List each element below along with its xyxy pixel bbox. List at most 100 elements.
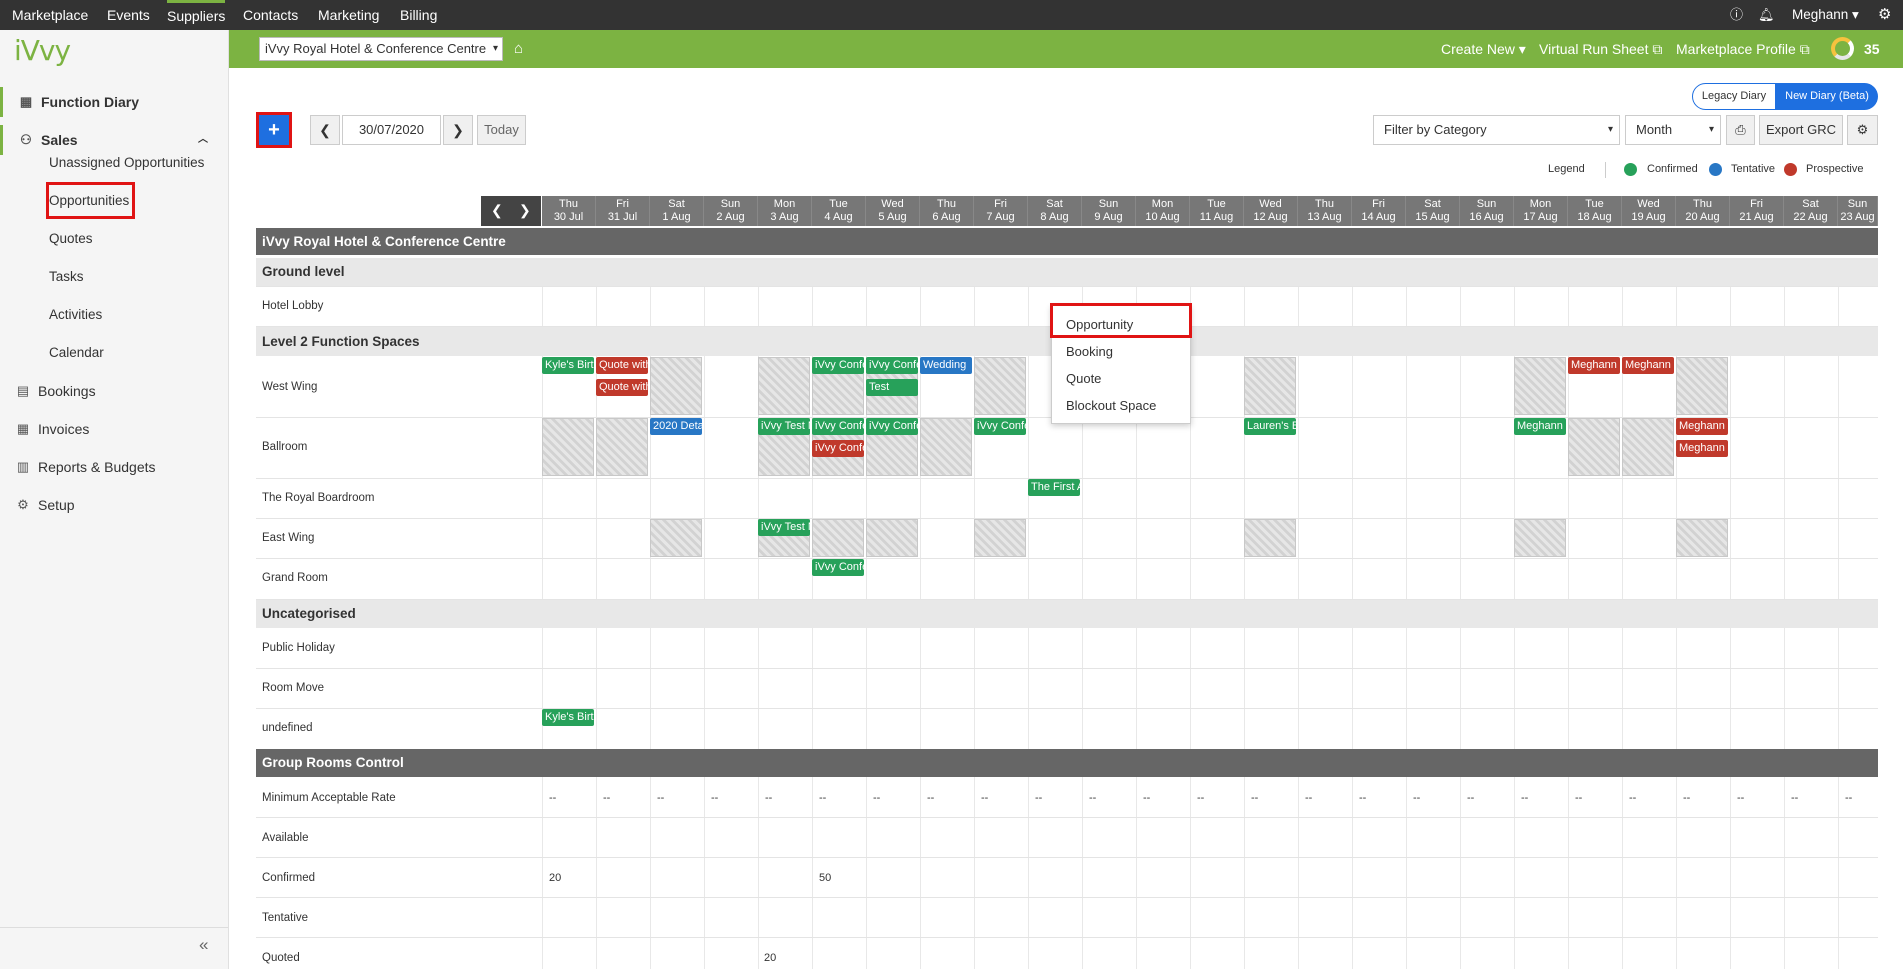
bell-icon[interactable]: 🔔︎	[1758, 0, 1775, 30]
event-bar[interactable]: Meghann	[1676, 418, 1728, 435]
grc-min-rate-value: --	[1575, 792, 1583, 804]
day-header: Sat 22 Aug	[1784, 196, 1838, 226]
collapse-sidebar-icon[interactable]: «	[199, 935, 208, 955]
nav-events[interactable]: Events	[107, 0, 150, 30]
info-icon[interactable]: ⓘ	[1730, 0, 1743, 30]
marketplace-profile-link[interactable]: Marketplace Profile ⧉	[1676, 30, 1810, 68]
event-bar[interactable]: Meghann	[1622, 357, 1674, 374]
blockout-cell[interactable]	[650, 519, 702, 557]
sidebar-item-reports[interactable]: ▥ Reports & Budgets	[0, 452, 228, 482]
sidebar-item-calendar[interactable]: Calendar	[49, 340, 104, 366]
menu-item-quote[interactable]: Quote	[1066, 371, 1101, 386]
day-name: Sun	[1098, 198, 1119, 210]
event-bar[interactable]: Meghann	[1514, 418, 1566, 435]
event-bar[interactable]: iVvy Confe	[812, 357, 864, 374]
row-divider	[256, 857, 1878, 858]
blockout-cell[interactable]	[1676, 357, 1728, 415]
event-bar[interactable]: Quote with	[596, 379, 648, 396]
nav-contacts[interactable]: Contacts	[243, 0, 298, 30]
blockout-cell[interactable]	[1244, 519, 1296, 557]
score-value: 35	[1864, 41, 1880, 57]
event-bar[interactable]: Wedding	[920, 357, 972, 374]
nav-billing[interactable]: Billing	[400, 0, 437, 30]
date-input[interactable]: 30/07/2020	[342, 115, 441, 145]
event-bar[interactable]: iVvy Confe	[812, 559, 864, 576]
virtual-run-sheet-link[interactable]: Virtual Run Sheet ⧉	[1539, 30, 1662, 68]
blockout-cell[interactable]	[1568, 418, 1620, 476]
blockout-cell[interactable]	[758, 357, 810, 415]
today-button[interactable]: Today	[477, 115, 526, 145]
event-bar[interactable]: iVvy Confe	[974, 418, 1026, 435]
user-menu[interactable]: Meghann ▾	[1792, 0, 1859, 30]
event-bar[interactable]: iVvy Test N	[758, 519, 810, 536]
gear-icon[interactable]: ⚙	[1878, 0, 1891, 30]
sidebar-item-activities[interactable]: Activities	[49, 302, 102, 328]
sidebar-item-quotes[interactable]: Quotes	[49, 226, 93, 252]
event-bar[interactable]: 2020 Deta	[650, 418, 702, 435]
nav-marketing[interactable]: Marketing	[318, 0, 379, 30]
room-label-royal-boardroom: The Royal Boardroom	[262, 492, 375, 504]
menu-item-booking[interactable]: Booking	[1066, 344, 1113, 359]
sidebar-item-unassigned-opportunities[interactable]: Unassigned Opportunities	[49, 150, 204, 176]
menu-item-opportunity[interactable]: Opportunity	[1066, 317, 1133, 332]
event-bar[interactable]: Meghann	[1568, 357, 1620, 374]
menu-item-blockout-space[interactable]: Blockout Space	[1066, 398, 1156, 413]
event-bar[interactable]: iVvy Confe	[812, 440, 864, 457]
event-bar[interactable]: Quote with	[596, 357, 648, 374]
nav-suppliers[interactable]: Suppliers	[167, 0, 226, 30]
grc-min-rate-value: --	[981, 792, 989, 804]
event-bar[interactable]: iVvy Confe	[866, 418, 918, 435]
event-bar[interactable]: iVvy Test N	[758, 418, 810, 435]
event-bar[interactable]: Kyle's Birth	[542, 357, 594, 374]
sidebar-item-bookings[interactable]: ▤ Bookings	[0, 376, 228, 406]
next-date-button[interactable]: ❯	[443, 115, 473, 145]
add-button[interactable]: +	[259, 115, 289, 145]
filter-category-select[interactable]: Filter by Category ▾	[1373, 115, 1620, 145]
blockout-cell[interactable]	[1622, 418, 1674, 476]
room-label-undefined: undefined	[262, 722, 313, 734]
blockout-cell[interactable]	[974, 519, 1026, 557]
prev-date-button[interactable]: ❮	[310, 115, 340, 145]
settings-icon[interactable]: ⚙	[1847, 115, 1878, 145]
blockout-cell[interactable]	[1676, 519, 1728, 557]
day-date: 16 Aug	[1469, 211, 1504, 223]
sidebar-item-setup[interactable]: ⚙ Setup	[0, 490, 228, 520]
event-bar[interactable]: Lauren's B	[1244, 418, 1296, 435]
blockout-cell[interactable]	[596, 418, 648, 476]
home-icon[interactable]: ⌂	[514, 30, 523, 68]
sidebar-item-invoices[interactable]: ▦ Invoices	[0, 414, 228, 444]
event-bar[interactable]: iVvy Confe	[866, 357, 918, 374]
nav-marketplace[interactable]: Marketplace	[12, 0, 88, 30]
day-date: 13 Aug	[1307, 211, 1342, 223]
prev-period-icon[interactable]: ❮	[491, 202, 503, 219]
event-bar[interactable]: iVvy Confe	[812, 418, 864, 435]
event-bar[interactable]: The First A	[1028, 479, 1080, 496]
create-new-button[interactable]: Create New ▾	[1441, 30, 1526, 68]
blockout-cell[interactable]	[650, 357, 702, 415]
blockout-cell[interactable]	[812, 519, 864, 557]
venue-select[interactable]: iVvy Royal Hotel & Conference Centre ▾	[259, 37, 503, 61]
event-bar[interactable]: Kyle's Birth	[542, 709, 594, 726]
day-date: 21 Aug	[1739, 211, 1774, 223]
legacy-diary-toggle[interactable]: Legacy Diary	[1692, 83, 1776, 110]
blockout-cell[interactable]	[1514, 357, 1566, 415]
view-select[interactable]: Month ▾	[1625, 115, 1721, 145]
blockout-cell[interactable]	[974, 357, 1026, 415]
day-header: Fri 31 Jul	[596, 196, 650, 226]
next-period-icon[interactable]: ❯	[519, 202, 531, 219]
event-bar[interactable]: Test	[866, 379, 918, 396]
blockout-cell[interactable]	[1244, 357, 1296, 415]
blockout-cell[interactable]	[866, 519, 918, 557]
blockout-cell[interactable]	[920, 418, 972, 476]
sidebar-item-tasks[interactable]: Tasks	[49, 264, 84, 290]
blockout-cell[interactable]	[1514, 519, 1566, 557]
blockout-cell[interactable]	[542, 418, 594, 476]
event-bar[interactable]: Meghann	[1676, 440, 1728, 457]
date-nav: ❮ ❯	[481, 196, 541, 226]
print-icon[interactable]: ⎙	[1726, 115, 1755, 145]
sidebar-item-function-diary[interactable]: ▦ Function Diary	[0, 87, 228, 117]
export-grc-button[interactable]: Export GRC	[1759, 115, 1843, 145]
sidebar-item-opportunities[interactable]: Opportunities	[49, 188, 129, 214]
grc-min-rate-value: --	[1305, 792, 1313, 804]
new-diary-toggle[interactable]: New Diary (Beta)	[1776, 83, 1878, 110]
